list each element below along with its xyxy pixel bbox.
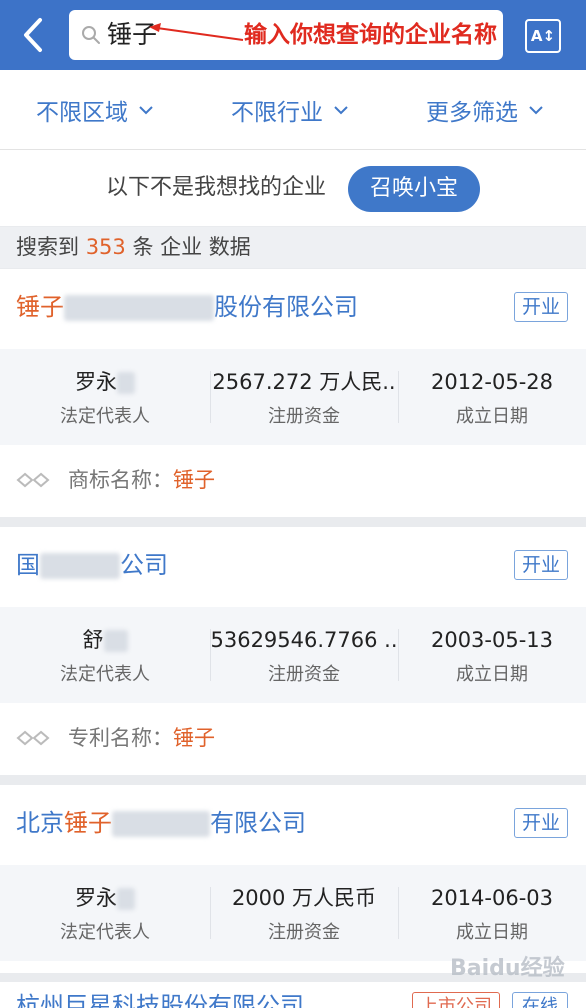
search-icon (82, 26, 100, 44)
date-value: 2003-05-13 (430, 628, 554, 652)
match-label: 商标名称： (68, 468, 173, 492)
filter-more[interactable]: 更多筛选 (426, 92, 544, 128)
capital-label: 注册资金 (268, 922, 340, 943)
filter-industry-label: 不限行业 (231, 100, 323, 126)
chevron-down-icon (334, 106, 348, 115)
company-name-end: 有限公司 (210, 809, 306, 837)
link-icon (16, 730, 50, 746)
company-name-end: 公司 (120, 551, 168, 579)
legal-rep-value: 罗永 (0, 883, 210, 913)
top-bar: 锤子 输入你想查询的企业名称 A↕ (0, 0, 586, 70)
company-card[interactable]: 北京锤子 有限公司 开业 罗永 法定代表人 2000 万人民币 注册资金 2014… (0, 785, 586, 973)
legal-rep-label: 法定代表人 (60, 922, 150, 943)
summon-button[interactable]: 召唤小宝 (348, 166, 480, 212)
date-label: 成立日期 (456, 664, 528, 685)
status-badge: 在线 (512, 992, 568, 1008)
company-name-start: 国 (16, 551, 40, 579)
company-name[interactable]: 北京锤子 有限公司 (16, 807, 306, 839)
company-name-end: 股份有限公司 (214, 293, 358, 321)
legal-rep-value: 舒 (0, 625, 210, 655)
stat-legal-rep: 舒 法定代表人 (0, 607, 210, 703)
stat-capital: 2567.272 万人民.. 注册资金 (210, 349, 398, 445)
company-card[interactable]: 国 公司 开业 舒 法定代表人 53629546.7766 .. 注册资金 200… (0, 527, 586, 775)
capital-value: 2000 万人民币 (231, 886, 377, 910)
match-value: 锤子 (173, 468, 215, 492)
result-count: 搜索到 353 条 企业 数据 (0, 227, 586, 268)
company-name[interactable]: 锤子 股份有限公司 (16, 291, 358, 323)
capital-value: 2567.272 万人民.. (212, 370, 396, 394)
filter-region-label: 不限区域 (36, 100, 128, 126)
annotation-text: 输入你想查询的企业名称 (244, 22, 497, 48)
legal-rep-label: 法定代表人 (60, 664, 150, 685)
status-badge: 开业 (514, 292, 568, 322)
status-badge: 开业 (514, 550, 568, 580)
company-name-highlight: 锤子 (64, 809, 112, 837)
legal-rep-value: 罗永 (0, 367, 210, 397)
company-stats: 罗永 法定代表人 2567.272 万人民.. 注册资金 2012-05-28 … (0, 349, 586, 445)
match-row: 商标名称： 锤子 (16, 465, 215, 495)
watermark-logo: Baidu经验 (450, 956, 565, 981)
match-label: 专利名称： (68, 726, 173, 750)
company-name[interactable]: 杭州巨星科技股份有限公司 (16, 990, 304, 1008)
link-icon (16, 472, 50, 488)
filter-industry[interactable]: 不限行业 (231, 92, 349, 128)
back-arrow-icon[interactable] (12, 12, 56, 58)
hint-row: 以下不是我想找的企业 召唤小宝 (0, 150, 586, 226)
company-name[interactable]: 国 公司 (16, 549, 168, 581)
stat-legal-rep: 罗永 法定代表人 (0, 865, 210, 961)
filter-region[interactable]: 不限区域 (36, 92, 154, 128)
stat-date: 2003-05-13 成立日期 (398, 607, 586, 703)
company-name-highlight: 锤子 (16, 293, 64, 321)
date-label: 成立日期 (456, 406, 528, 427)
redacted-text (112, 811, 210, 837)
date-value: 2014-06-03 (430, 886, 554, 910)
filter-more-label: 更多筛选 (426, 100, 518, 126)
status-badge: 开业 (514, 808, 568, 838)
stat-capital: 2000 万人民币 注册资金 (210, 865, 398, 961)
filter-bar: 不限区域 不限行业 更多筛选 (0, 70, 586, 150)
stat-legal-rep: 罗永 法定代表人 (0, 349, 210, 445)
redacted-text (64, 295, 214, 321)
capital-label: 注册资金 (268, 664, 340, 685)
legal-rep-label: 法定代表人 (60, 406, 150, 427)
capital-label: 注册资金 (268, 406, 340, 427)
company-stats: 舒 法定代表人 53629546.7766 .. 注册资金 2003-05-13… (0, 607, 586, 703)
company-card[interactable]: 锤子 股份有限公司 开业 罗永 法定代表人 2567.272 万人民.. 注册资金… (0, 269, 586, 517)
match-row: 专利名称： 锤子 (16, 723, 215, 753)
stat-capital: 53629546.7766 .. 注册资金 (210, 607, 398, 703)
stat-date: 2014-06-03 成立日期 (398, 865, 586, 961)
date-value: 2012-05-28 (430, 370, 554, 394)
chevron-down-icon (529, 106, 543, 115)
annotation-arrow-icon (149, 23, 244, 41)
listed-badge: 上市公司 (412, 992, 500, 1008)
redacted-text (40, 553, 120, 579)
date-label: 成立日期 (456, 922, 528, 943)
stat-date: 2012-05-28 成立日期 (398, 349, 586, 445)
sort-button[interactable]: A↕ (525, 19, 561, 53)
match-value: 锤子 (173, 726, 215, 750)
company-stats: 罗永 法定代表人 2000 万人民币 注册资金 2014-06-03 成立日期 (0, 865, 586, 961)
result-number: 353 (85, 235, 126, 259)
company-name-start: 北京 (16, 809, 64, 837)
result-prefix: 搜索到 (16, 235, 86, 259)
hint-text: 以下不是我想找的企业 (106, 175, 327, 200)
result-suffix: 条 企业 数据 (125, 235, 251, 259)
chevron-down-icon (139, 106, 153, 115)
capital-value: 53629546.7766 .. (210, 628, 398, 652)
